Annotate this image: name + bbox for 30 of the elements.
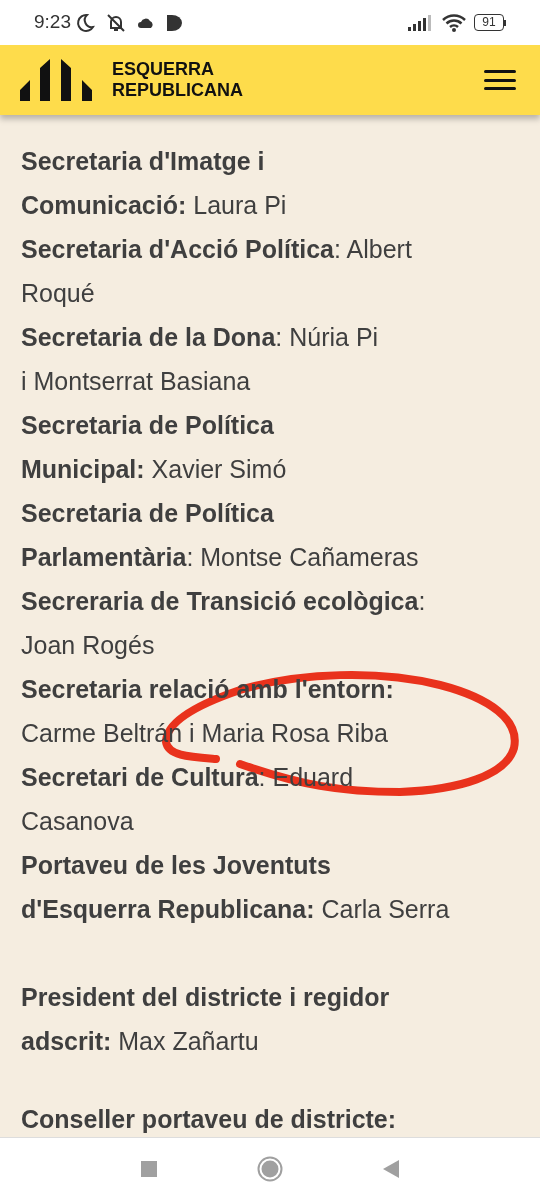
text-line: Secretaria d'Imatge i: [21, 146, 266, 177]
logo-text[interactable]: REPUBLICANA: [112, 80, 243, 101]
logo-icon[interactable]: [20, 59, 92, 101]
battery-indicator: 91: [474, 14, 504, 31]
text-line: i Montserrat Basiana: [21, 366, 252, 397]
text-line: d'Esquerra Republicana: Carla Serra: [21, 894, 451, 925]
wifi-icon: [442, 13, 466, 32]
muted-bell-icon: [105, 12, 127, 33]
clock-time: 9:23: [34, 10, 71, 35]
text-line: Roqué: [21, 278, 96, 309]
signal-icon: [408, 14, 432, 31]
text-line: Secretaria de Política: [21, 498, 275, 529]
home-icon[interactable]: [257, 1156, 283, 1182]
back-icon[interactable]: [383, 1160, 399, 1178]
text-line: Joan Rogés: [21, 630, 156, 661]
text-line: Secretaria de la Dona: Núria Pi: [21, 322, 380, 353]
text-line: President del districte i regidor: [21, 982, 391, 1013]
text-line: Parlamentària: Montse Cañameras: [21, 542, 420, 573]
text-line: Municipal: Xavier Simó: [21, 454, 288, 485]
text-line: adscrit: Max Zañartu: [21, 1026, 260, 1057]
text-line: Secretaria de Política: [21, 410, 275, 441]
cloud-icon: [137, 16, 155, 29]
text-line: Portaveu de les Joventuts: [21, 850, 332, 881]
logo-text[interactable]: ESQUERRA: [112, 59, 243, 80]
text-line: Conseller portaveu de districte:: [21, 1104, 398, 1135]
text-line: Comunicació: Laura Pi: [21, 190, 288, 221]
text-line: Casanova: [21, 806, 135, 837]
text-line: Secretaria d'Acció Política: Albert: [21, 234, 413, 265]
text-line: Secreraria de Transició ecològica:: [21, 586, 427, 617]
moon-icon: [75, 12, 95, 33]
